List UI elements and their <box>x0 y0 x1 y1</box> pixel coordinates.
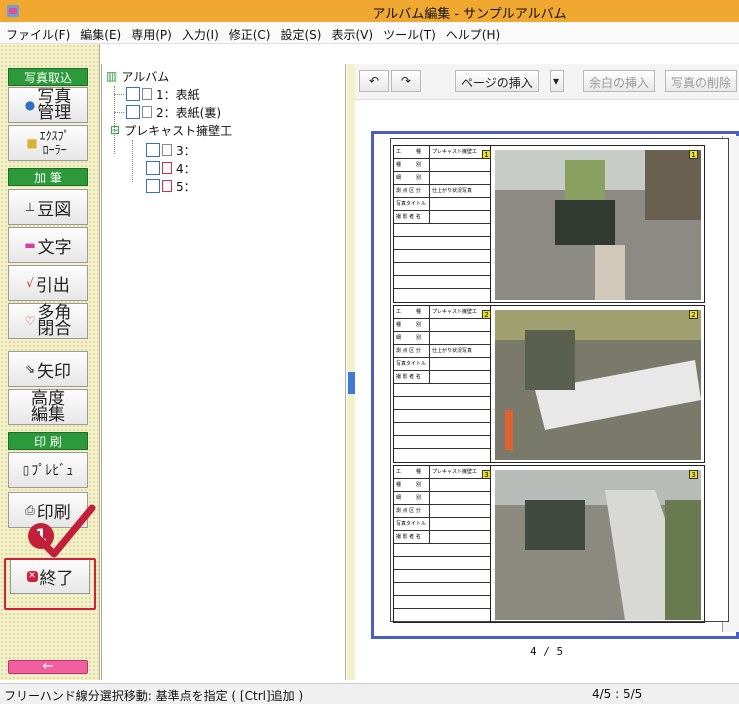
photo-icon: ● <box>24 98 36 112</box>
menu-file[interactable]: ファイル(F) <box>0 22 74 43</box>
preview-icon: ▯ <box>22 463 30 477</box>
chevron-down-icon: ▾ <box>553 74 560 88</box>
insert-page-button[interactable]: ページの挿入 <box>455 70 539 92</box>
tree-item-5[interactable]: 5： <box>146 178 196 194</box>
text-icon: ▬ <box>24 238 36 252</box>
section-add: 加 筆 <box>8 168 88 186</box>
menu-tools[interactable]: ツール(T) <box>377 22 440 43</box>
block-number: 1 <box>689 150 698 159</box>
menu-input[interactable]: 入力(I) <box>176 22 223 43</box>
title-bar: アルバム編集 - サンプルアルバム <box>0 0 739 22</box>
tree-folder[interactable]: ⊟ プレキャスト擁壁工 <box>110 122 232 138</box>
check-mark-icon <box>34 504 96 558</box>
block-number: 2 <box>689 310 698 319</box>
album-tree: ▥ アルバム 1：表紙 2：表紙(裏) ⊟ プレキャスト擁壁工 3： 4： 5： <box>101 64 346 680</box>
block-number: 1 <box>482 150 491 159</box>
checkbox[interactable] <box>126 87 140 101</box>
menu-help[interactable]: ヘルプ(H) <box>440 22 504 43</box>
site-photo <box>495 470 701 620</box>
checkbox[interactable] <box>126 105 140 119</box>
polygon-icon: ♡ <box>24 314 36 328</box>
tree-item-cover-back[interactable]: 2：表紙(裏) <box>126 104 221 120</box>
page-count: 4 / 5 <box>530 645 564 658</box>
menu-modify[interactable]: 修正(C) <box>223 22 275 43</box>
photo-info-table: 工 種プレキャスト擁壁工 種 別 細 別 測 点 区 分仕上がり状況写真 写真タ… <box>394 306 491 462</box>
checkbox[interactable] <box>146 143 160 157</box>
back-button[interactable]: ← <box>8 660 88 674</box>
folder-open-icon: ⊟ <box>110 123 121 137</box>
insert-blank-button[interactable]: 余白の挿入 <box>583 70 656 92</box>
delete-photo-button[interactable]: 写真の削除 <box>665 70 738 92</box>
page-icon <box>162 162 172 174</box>
album-icon: ▥ <box>106 69 118 83</box>
status-bar: フリーハンド線分選択移動: 基準点を指定 ( [Ctrl]追加 ) 4/5 : … <box>0 683 739 704</box>
insert-page-dropdown[interactable]: ▾ <box>550 70 564 92</box>
block-number: 2 <box>482 310 491 319</box>
tree-item-3[interactable]: 3： <box>146 142 196 158</box>
collapse-tree-button[interactable] <box>348 372 355 394</box>
height-edit-button[interactable]: 高度 編集 <box>8 389 88 425</box>
page-icon <box>162 180 172 192</box>
leader-icon: √ <box>26 276 34 290</box>
photo-block[interactable]: 工 種プレキャスト擁壁工 種 別 細 別 測 点 区 分仕上がり状況写真 写真タ… <box>393 145 705 303</box>
page-icon <box>162 144 172 156</box>
photo-block[interactable]: 工 種プレキャスト擁壁工 種 別 細 別 測 点 区 分 写真タイトル 撮 影 … <box>393 465 705 623</box>
folder-icon: ■ <box>26 136 38 150</box>
arrow-button[interactable]: ⇘ 矢印 <box>8 351 88 387</box>
arrow-icon: ⇘ <box>24 362 36 376</box>
window-title: アルバム編集 - サンプルアルバム <box>372 7 567 22</box>
block-number: 3 <box>482 470 491 479</box>
bean-icon: ⊥ <box>24 200 36 214</box>
leader-button[interactable]: √ 引出 <box>8 265 88 301</box>
page-icon <box>142 88 152 100</box>
photo-management-button[interactable]: ● 写真 管理 <box>8 87 88 123</box>
tree-item-cover[interactable]: 1：表紙 <box>126 86 200 102</box>
menu-bar: ファイル(F) 編集(E) 専用(P) 入力(I) 修正(C) 設定(S) 表示(V) ツール… <box>0 22 739 44</box>
page-icon <box>142 106 152 118</box>
section-print: 印 刷 <box>8 432 88 450</box>
page-toolbar: ↶ ↷ ページの挿入 ▾ 余白の挿入 写真の削除 <box>355 64 739 100</box>
redo-button[interactable]: ↷ <box>391 70 421 92</box>
polygon-button[interactable]: ♡ 多角 閉合 <box>8 303 88 339</box>
photo-info-table: 工 種プレキャスト擁壁工 種 別 細 別 測 点 区 分 写真タイトル 撮 影 … <box>394 466 491 622</box>
checkbox[interactable] <box>146 179 160 193</box>
undo-button[interactable]: ↶ <box>359 70 389 92</box>
explorer-button[interactable]: ■ ｴｸｽﾌﾟ ﾛｰﾗｰ <box>8 125 88 161</box>
redo-icon: ↷ <box>400 74 412 88</box>
tree-root[interactable]: ▥ アルバム <box>106 68 169 84</box>
page-position: 4/5 : 5/5 <box>592 687 643 701</box>
block-number: 3 <box>689 470 698 479</box>
photo-block[interactable]: 工 種プレキャスト擁壁工 種 別 細 別 測 点 区 分仕上がり状況写真 写真タ… <box>393 305 705 463</box>
menu-settings[interactable]: 設定(S) <box>275 22 326 43</box>
tree-item-4[interactable]: 4： <box>146 160 196 176</box>
menu-special[interactable]: 専用(P) <box>125 22 176 43</box>
checkbox[interactable] <box>146 161 160 175</box>
site-photo <box>495 310 701 460</box>
bean-diagram-button[interactable]: ⊥ 豆図 <box>8 189 88 225</box>
menu-view[interactable]: 表示(V) <box>325 22 377 43</box>
status-message: フリーハンド線分選択移動: 基準点を指定 ( [Ctrl]追加 ) <box>4 689 304 703</box>
undo-icon: ↶ <box>368 74 380 88</box>
callout-highlight <box>4 558 96 610</box>
section-photo-import: 写真取込 <box>8 68 88 86</box>
menu-edit[interactable]: 編集(E) <box>74 22 125 43</box>
photo-info-table: 工 種プレキャスト擁壁工 種 別 細 別 測 点 区 分仕上がり状況写真 写真タ… <box>394 146 491 302</box>
print-preview-button[interactable]: ▯ ﾌﾟﾚﾋﾞｭ <box>8 452 88 488</box>
text-button[interactable]: ▬ 文字 <box>8 227 88 263</box>
site-photo <box>495 150 701 300</box>
